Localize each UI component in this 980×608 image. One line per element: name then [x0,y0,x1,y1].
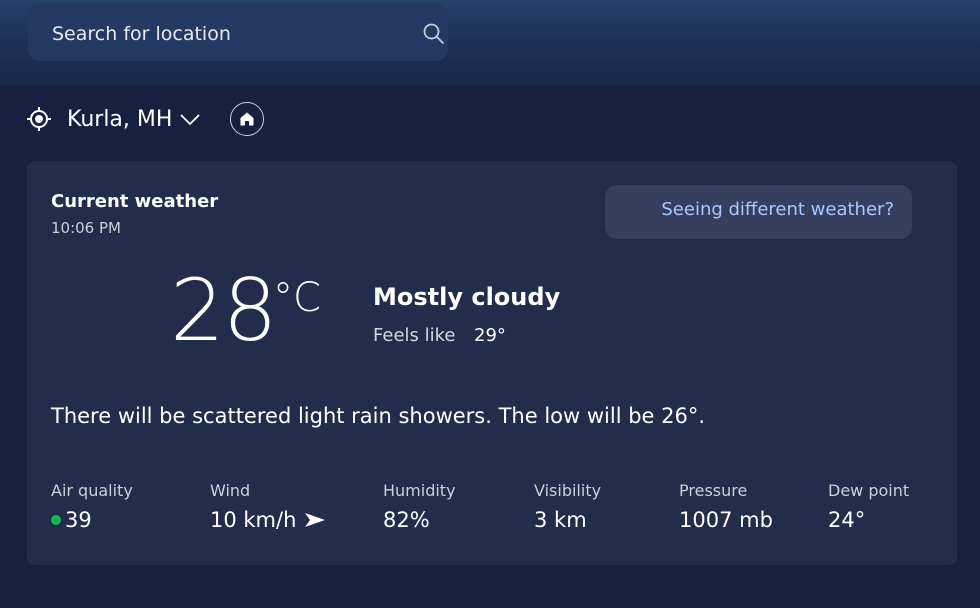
location-name[interactable]: Kurla, MH [67,107,172,132]
stat-label: Pressure [679,481,748,500]
stat-label: Air quality [51,481,133,500]
stat-value: 1007 mb [679,508,773,532]
search-icon[interactable] [422,22,446,46]
temperature-value: 28 [170,261,277,361]
stat-value: 39 [65,508,92,532]
search-box[interactable] [28,3,448,61]
stat-label: Visibility [534,481,602,500]
air-quality-dot-icon [51,515,61,525]
stat-label: Wind [210,481,251,500]
stat-dew-point[interactable]: Dew point 24° [828,481,909,532]
home-icon [240,112,254,126]
feels-like-value: 29° [474,325,506,346]
stat-humidity[interactable]: Humidity 82% [383,481,456,532]
card-title: Current weather [51,191,219,212]
stat-pressure[interactable]: Pressure 1007 mb [679,481,773,532]
stat-visibility[interactable]: Visibility 3 km [534,481,601,532]
stat-wind[interactable]: Wind 10 km/h [210,481,326,532]
feels-like-label: Feels like [373,325,456,346]
stat-label: Humidity [383,481,456,500]
stat-value: 24° [828,508,866,532]
home-button[interactable] [230,102,264,136]
condition-text: Mostly cloudy [373,283,561,311]
top-bar [0,0,980,86]
stat-value: 3 km [534,508,587,532]
temperature-unit: °C [273,275,321,321]
stat-value: 10 km/h [210,508,297,532]
current-weather-card: Current weather 10:06 PM Seeing differen… [27,161,957,565]
wind-direction-arrow-icon [305,513,326,527]
seeing-different-weather-button[interactable]: Seeing different weather? [605,185,912,239]
current-time: 10:06 PM [51,219,121,237]
location-target-icon[interactable] [26,106,52,132]
weather-summary: There will be scattered light rain showe… [51,404,706,428]
stat-value: 82% [383,508,430,532]
location-row: Kurla, MH [26,100,326,140]
search-input[interactable] [50,20,384,48]
seeing-different-weather-label: Seeing different weather? [661,199,894,220]
chevron-down-icon[interactable] [179,112,201,128]
stat-label: Dew point [828,481,910,500]
stat-air-quality[interactable]: Air quality 39 [51,481,133,532]
